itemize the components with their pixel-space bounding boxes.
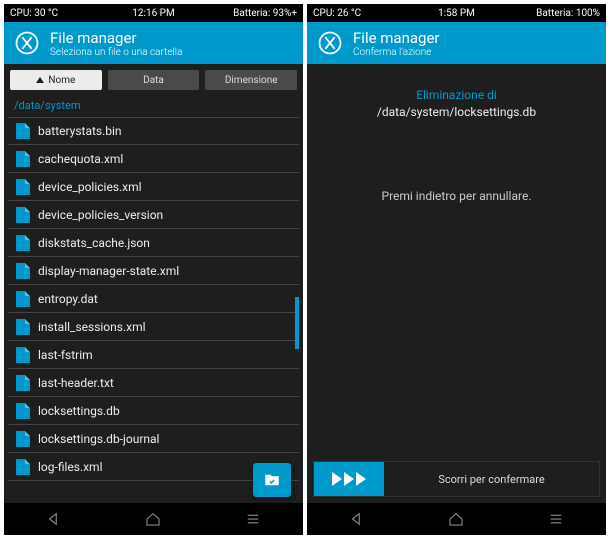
- sort-name-label: Nome: [48, 75, 75, 86]
- sort-by-date-button[interactable]: Data: [108, 70, 200, 90]
- file-name: last-header.txt: [38, 376, 114, 390]
- chevron-right-icon: [344, 472, 354, 486]
- swipe-to-confirm[interactable]: Scorri per confermare: [313, 461, 600, 497]
- app-header: File manager Conferma l'azione: [307, 22, 606, 64]
- page-title: File manager: [353, 29, 439, 47]
- battery-status: Batteria: 93%+: [201, 8, 297, 19]
- file-name: locksettings.db-journal: [38, 432, 159, 446]
- file-row[interactable]: locksettings.db: [8, 397, 299, 425]
- status-bar: CPU: 30 °C 12:16 PM Batteria: 93%+: [4, 4, 303, 22]
- android-navbar: [4, 503, 303, 535]
- file-icon: [16, 403, 30, 419]
- twrp-logo-icon: [12, 28, 42, 58]
- nav-home-button[interactable]: [144, 510, 162, 528]
- file-name: device_policies_version: [38, 208, 163, 222]
- nav-home-button[interactable]: [447, 510, 465, 528]
- nav-back-button[interactable]: [45, 510, 63, 528]
- sort-by-name-button[interactable]: Nome: [10, 70, 102, 90]
- file-manager-body: Nome Data Dimensione /data/system batter…: [4, 64, 303, 503]
- cpu-temp: CPU: 30 °C: [10, 8, 106, 19]
- file-icon: [16, 123, 30, 139]
- file-icon: [16, 347, 30, 363]
- file-name: entropy.dat: [38, 292, 98, 306]
- file-icon: [16, 235, 30, 251]
- file-row[interactable]: last-header.txt: [8, 369, 299, 397]
- chevron-right-icon: [332, 472, 342, 486]
- file-row[interactable]: last-fstrim: [8, 341, 299, 369]
- file-name: batterystats.bin: [38, 124, 122, 138]
- file-icon: [16, 151, 30, 167]
- file-row[interactable]: entropy.dat: [8, 285, 299, 313]
- file-row[interactable]: cachequota.xml: [8, 145, 299, 173]
- page-subtitle: Conferma l'azione: [353, 47, 439, 58]
- file-row[interactable]: install_sessions.xml: [8, 313, 299, 341]
- file-name: locksettings.db: [38, 404, 120, 418]
- clock: 1:58 PM: [409, 8, 505, 19]
- phone-left: CPU: 30 °C 12:16 PM Batteria: 93%+ File …: [4, 4, 303, 535]
- app-header: File manager Seleziona un file o una car…: [4, 22, 303, 64]
- file-row[interactable]: device_policies_version: [8, 201, 299, 229]
- cpu-temp: CPU: 26 °C: [313, 8, 409, 19]
- file-row[interactable]: diskstats_cache.json: [8, 229, 299, 257]
- status-bar: CPU: 26 °C 1:58 PM Batteria: 100%: [307, 4, 606, 22]
- file-name: display-manager-state.xml: [38, 264, 179, 278]
- confirm-cancel-hint: Premi indietro per annullare.: [382, 189, 532, 203]
- file-icon: [16, 319, 30, 335]
- twrp-logo-icon: [315, 28, 345, 58]
- file-name: diskstats_cache.json: [38, 236, 150, 250]
- phone-right: CPU: 26 °C 1:58 PM Batteria: 100% File m…: [307, 4, 606, 535]
- file-icon: [16, 263, 30, 279]
- android-navbar: [307, 503, 606, 535]
- file-row[interactable]: display-manager-state.xml: [8, 257, 299, 285]
- file-icon: [16, 291, 30, 307]
- file-list[interactable]: batterystats.bin cachequota.xml device_pol…: [8, 117, 299, 503]
- confirm-target-path: /data/system/locksettings.db: [377, 105, 536, 119]
- nav-recent-button[interactable]: [244, 510, 262, 528]
- file-row[interactable]: batterystats.bin: [8, 117, 299, 145]
- file-icon: [16, 179, 30, 195]
- file-name: last-fstrim: [38, 348, 93, 362]
- current-path[interactable]: /data/system: [4, 96, 303, 117]
- file-icon: [16, 431, 30, 447]
- confirm-heading: Eliminazione di: [416, 88, 497, 102]
- file-name: device_policies.xml: [38, 180, 142, 194]
- file-name: cachequota.xml: [38, 152, 123, 166]
- select-folder-button[interactable]: [253, 463, 291, 497]
- file-icon: [16, 375, 30, 391]
- file-name: install_sessions.xml: [38, 320, 146, 334]
- nav-recent-button[interactable]: [547, 510, 565, 528]
- file-row[interactable]: locksettings.db-journal: [8, 425, 299, 453]
- page-title: File manager: [50, 29, 182, 47]
- page-subtitle: Seleziona un file o una cartella: [50, 47, 182, 58]
- sort-asc-icon: [36, 77, 44, 83]
- swipe-label: Scorri per confermare: [384, 462, 599, 496]
- file-row[interactable]: device_policies.xml: [8, 173, 299, 201]
- sort-row: Nome Data Dimensione: [4, 64, 303, 96]
- file-icon: [16, 207, 30, 223]
- file-name: log-files.xml: [38, 460, 103, 474]
- swipe-handle[interactable]: [314, 462, 384, 496]
- chevron-right-icon: [356, 472, 366, 486]
- scrollbar-thumb[interactable]: [295, 297, 299, 349]
- confirm-body: Eliminazione di /data/system/locksetting…: [307, 64, 606, 503]
- clock: 12:16 PM: [106, 8, 202, 19]
- file-icon: [16, 459, 30, 475]
- sort-by-size-button[interactable]: Dimensione: [205, 70, 297, 90]
- nav-back-button[interactable]: [348, 510, 366, 528]
- battery-status: Batteria: 100%: [504, 8, 600, 19]
